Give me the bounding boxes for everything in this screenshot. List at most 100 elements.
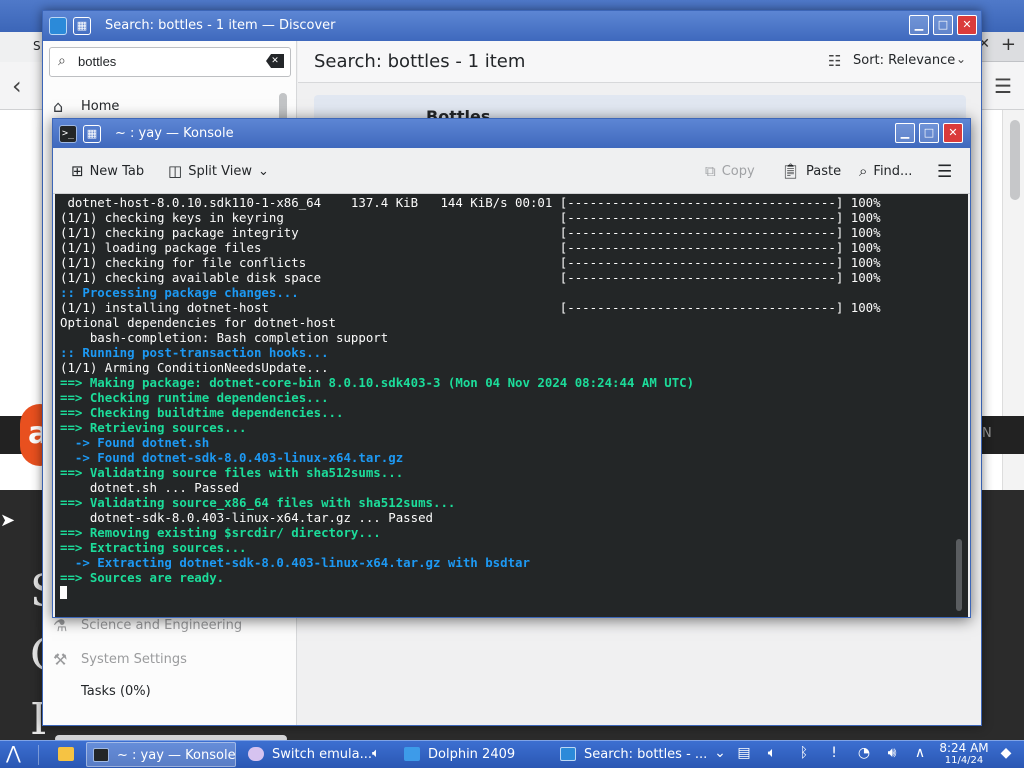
new-tab-button[interactable]: ⊞ New Tab — [71, 162, 144, 180]
back-arrow-icon[interactable]: ‹ — [12, 72, 22, 100]
science-icon: ⚗ — [53, 616, 68, 635]
window-menu-icon[interactable]: ▦ — [83, 125, 101, 143]
clear-search-icon[interactable]: ✕ — [266, 54, 284, 68]
notifications-icon[interactable]: ! — [826, 745, 842, 763]
close-button[interactable]: ✕ — [957, 15, 977, 35]
terminal-line: (1/1) checking for file conflicts [-----… — [60, 255, 881, 270]
hamburger-menu-icon[interactable]: ☰ — [937, 162, 952, 182]
browser-scrollbar-thumb[interactable] — [1010, 120, 1020, 200]
window-title: Search: bottles - 1 item — Discover — [105, 18, 336, 33]
sidebar-item-label: Tasks (0%) — [81, 684, 151, 699]
taskbar-item-dolphin[interactable]: Dolphin 2409 — [398, 742, 548, 767]
volume-icon[interactable]: 🔈︎ — [764, 745, 780, 763]
taskbar-item-konsole[interactable]: ~ : yay — Konsole — [86, 742, 236, 767]
terminal-line: ==> Checking buildtime dependencies... — [60, 405, 344, 420]
terminal-line: -> Extracting dotnet-sdk-8.0.403-linux-x… — [60, 555, 530, 570]
terminal-line: :: Running post-transaction hooks... — [60, 345, 329, 360]
maximize-button[interactable]: □ — [933, 15, 953, 35]
window-title: ~ : yay — Konsole — [115, 126, 234, 141]
terminal-scrollbar[interactable] — [956, 539, 962, 611]
terminal-line: (1/1) Arming ConditionNeedsUpdate... — [60, 360, 329, 375]
split-view-icon: ◫ — [168, 162, 183, 180]
network-icon[interactable]: ◔ — [856, 745, 872, 763]
terminal-line: ==> Retrieving sources... — [60, 420, 247, 435]
close-button[interactable]: ✕ — [943, 123, 963, 143]
sidebar-item-tasks[interactable]: Tasks (0%) — [53, 678, 281, 706]
minimize-button[interactable]: ▁ — [909, 15, 929, 35]
terminal-cursor — [60, 586, 67, 599]
speaker-icon[interactable]: 🔊︎ — [884, 745, 900, 763]
web-page-text-fragment: N — [982, 426, 992, 441]
search-field[interactable]: ⌕ ✕ — [49, 47, 291, 77]
new-tab-icon[interactable]: + — [1001, 34, 1016, 55]
taskbar-item-label: Dolphin 2409 — [428, 747, 516, 762]
terminal-line: ==> Making package: dotnet-core-bin 8.0.… — [60, 375, 695, 390]
chevron-down-icon: ⌄ — [258, 163, 269, 179]
konsole-toolbar: ⊞ New Tab ◫ Split View ⌄ ⧉ Copy 📋︎ Paste… — [53, 148, 970, 194]
terminal-line: ==> Checking runtime dependencies... — [60, 390, 329, 405]
clipboard-icon[interactable]: ▤ — [736, 745, 752, 763]
konsole-icon — [93, 748, 109, 762]
maximize-button[interactable]: □ — [919, 123, 939, 143]
copy-icon: ⧉ — [705, 162, 716, 180]
taskbar: ⋀ ~ : yay — Konsole Switch emula... 🔈︎ D… — [0, 740, 1024, 768]
terminal-line: ==> Validating source_x86_64 files with … — [60, 495, 456, 510]
application-launcher-icon[interactable]: ⋀ — [6, 743, 21, 764]
sidebar-item-home[interactable]: ⌂ Home — [53, 93, 281, 121]
new-tab-icon: ⊞ — [71, 162, 84, 180]
mouse-cursor-icon: ➤ — [0, 510, 16, 531]
minimize-button[interactable]: ▁ — [895, 123, 915, 143]
browser-tab-label: S — [33, 39, 41, 53]
clock-date: 11/4/24 — [944, 755, 984, 766]
copy-label: Copy — [721, 163, 755, 179]
discover-app-icon[interactable] — [49, 17, 67, 35]
peek-desktop-icon[interactable]: ◆ — [998, 745, 1014, 763]
terminal-line: ==> Extracting sources... — [60, 540, 247, 555]
sidebar-item-label: System Settings — [81, 652, 187, 667]
emulator-icon — [248, 747, 264, 761]
page-title: Search: bottles - 1 item — [314, 51, 526, 72]
clock[interactable]: 8:24 AM 11/4/24 — [936, 741, 992, 767]
copy-button[interactable]: ⧉ Copy — [705, 162, 755, 180]
terminal-line: (1/1) loading package files [-----------… — [60, 240, 881, 255]
wrench-icon: ⚒ — [53, 650, 68, 669]
window-menu-icon[interactable]: ▦ — [73, 17, 91, 35]
terminal-line: (1/1) checking package integrity [------… — [60, 225, 881, 240]
terminal-view[interactable]: dotnet-host-8.0.10.sdk110-1-x86_64 137.4… — [55, 194, 968, 617]
terminal-line: ==> Validating source files with sha512s… — [60, 465, 404, 480]
terminal-line: ==> Sources are ready. — [60, 570, 225, 585]
clock-time: 8:24 AM — [939, 741, 989, 755]
taskbar-item-label: Search: bottles - ... — [584, 747, 708, 762]
speaker-icon: 🔈︎ — [372, 746, 380, 761]
konsole-titlebar[interactable]: >_ ▦ ~ : yay — Konsole ▁ □ ✕ — [53, 119, 970, 148]
new-tab-label: New Tab — [89, 163, 145, 179]
split-view-button[interactable]: ◫ Split View ⌄ — [168, 162, 269, 180]
discover-header: Search: bottles - 1 item ☷ Sort: Relevan… — [298, 41, 981, 83]
folder-icon[interactable] — [58, 747, 74, 761]
browser-tab[interactable]: S — [0, 32, 44, 62]
search-input[interactable] — [78, 54, 258, 69]
terminal-line: -> Found dotnet.sh — [60, 435, 210, 450]
terminal-line: dotnet-sdk-8.0.403-linux-x64.tar.gz ... … — [60, 510, 433, 525]
hamburger-menu-icon[interactable]: ☰ — [994, 74, 1012, 98]
paste-button[interactable]: 📋︎ Paste — [781, 162, 841, 180]
chevron-up-icon[interactable]: ∧ — [912, 745, 928, 763]
sort-icon[interactable]: ☷ — [828, 52, 841, 70]
home-icon: ⌂ — [53, 97, 64, 116]
expand-icon[interactable]: ⌄ — [712, 745, 728, 763]
sort-dropdown[interactable]: Sort: Relevance — [853, 53, 955, 68]
sidebar-item-system-settings[interactable]: ⚒ System Settings — [53, 646, 281, 674]
taskbar-item-label: ~ : yay — Konsole — [117, 748, 236, 763]
sidebar-item-label: Science and Engineering — [81, 618, 243, 633]
discover-titlebar[interactable]: ▦ Search: bottles - 1 item — Discover ▁ … — [43, 11, 981, 41]
terminal-line: -> Found dotnet-sdk-8.0.403-linux-x64.ta… — [60, 450, 404, 465]
taskbar-item-switch-emulator[interactable]: Switch emula... 🔈︎ — [242, 742, 392, 767]
konsole-app-icon[interactable]: >_ — [59, 125, 77, 143]
chevron-down-icon[interactable]: ⌄ — [956, 52, 966, 66]
taskbar-item-discover[interactable]: Search: bottles - ... — [554, 742, 708, 767]
find-button[interactable]: ⌕ Find... — [859, 162, 912, 180]
search-icon: ⌕ — [58, 53, 66, 69]
terminal-line: bash-completion: Bash completion support — [60, 330, 389, 345]
dolphin-icon — [404, 747, 420, 761]
bluetooth-icon[interactable]: ᛒ — [796, 745, 812, 763]
